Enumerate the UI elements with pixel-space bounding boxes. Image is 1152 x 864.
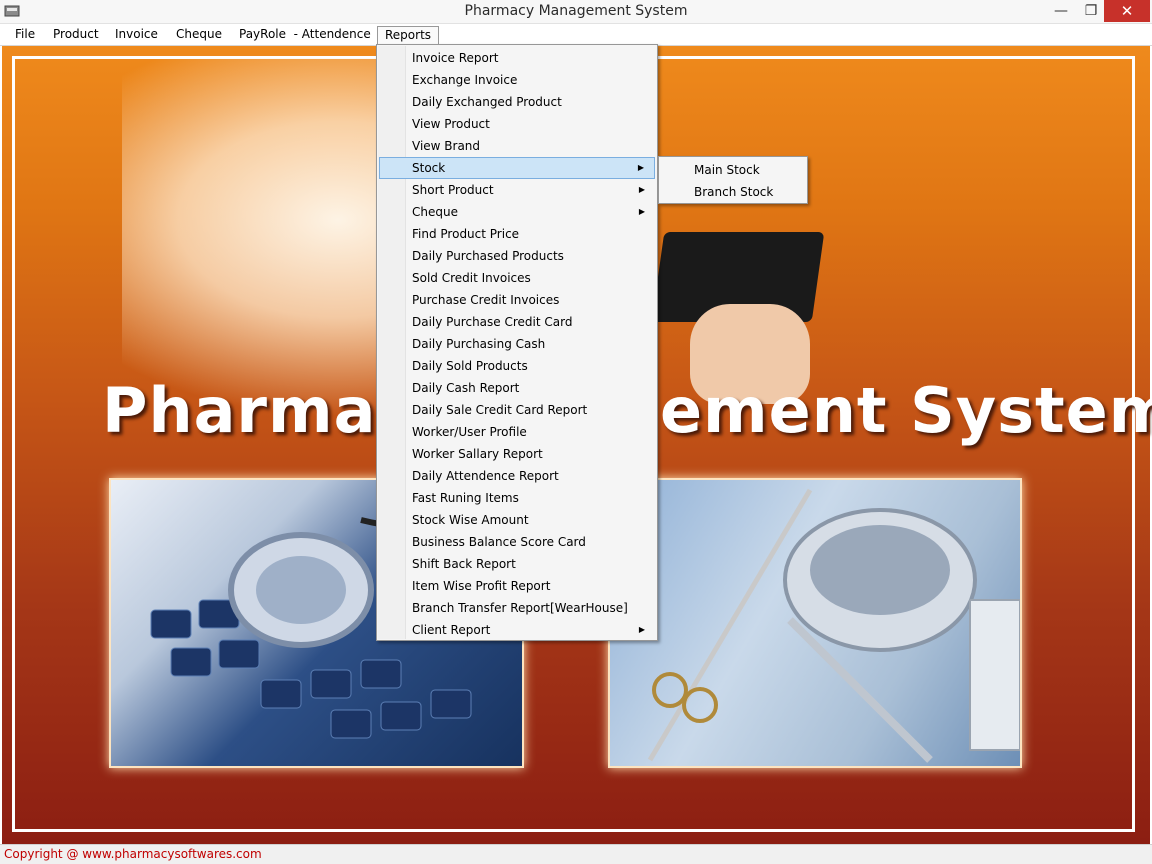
menu-item-view-product[interactable]: View Product xyxy=(379,113,655,135)
menu-item-client-report-label: Client Report xyxy=(412,623,491,637)
menu-item-invoice-report[interactable]: Invoice Report xyxy=(379,47,655,69)
menu-item-client-report[interactable]: Client Report ▶ xyxy=(379,619,655,641)
menu-item-stock-label: Stock xyxy=(412,161,446,175)
menu-item-exchange-invoice[interactable]: Exchange Invoice xyxy=(379,69,655,91)
menu-item-business-balance-score-card[interactable]: Business Balance Score Card xyxy=(379,531,655,553)
stock-submenu: Main Stock Branch Stock xyxy=(658,156,808,204)
copyright-text: Copyright @ www.pharmacysoftwares.com xyxy=(4,847,262,861)
menu-item-purchase-credit-invoices[interactable]: Purchase Credit Invoices xyxy=(379,289,655,311)
minimize-button[interactable]: — xyxy=(1046,0,1076,22)
menu-item-cheque-label: Cheque xyxy=(412,205,458,219)
menu-item-short-product[interactable]: Short Product ▶ xyxy=(379,179,655,201)
chevron-right-icon: ▶ xyxy=(638,185,645,194)
menu-item-fast-runing-items[interactable]: Fast Runing Items xyxy=(379,487,655,509)
menu-item-sold-credit-invoices[interactable]: Sold Credit Invoices xyxy=(379,267,655,289)
chevron-right-icon: ▶ xyxy=(637,163,644,172)
chevron-right-icon: ▶ xyxy=(638,625,645,634)
menu-file[interactable]: File xyxy=(8,26,42,45)
surgical-tools-image xyxy=(608,478,1022,768)
menu-item-daily-purchase-credit-card[interactable]: Daily Purchase Credit Card xyxy=(379,311,655,333)
menu-item-daily-purchased-products[interactable]: Daily Purchased Products xyxy=(379,245,655,267)
status-bar: Copyright @ www.pharmacysoftwares.com xyxy=(0,844,1152,864)
restore-button[interactable]: ❐ xyxy=(1076,0,1106,22)
menu-item-stock[interactable]: Stock ▶ xyxy=(379,157,655,179)
menu-reports[interactable]: Reports xyxy=(377,26,440,45)
menu-item-worker-sallary-report[interactable]: Worker Sallary Report xyxy=(379,443,655,465)
menu-invoice[interactable]: Invoice xyxy=(108,26,165,45)
menu-item-branch-transfer-report[interactable]: Branch Transfer Report[WearHouse] xyxy=(379,597,655,619)
menu-item-view-brand[interactable]: View Brand xyxy=(379,135,655,157)
menu-item-daily-exchanged-product[interactable]: Daily Exchanged Product xyxy=(379,91,655,113)
menu-item-stock-wise-amount[interactable]: Stock Wise Amount xyxy=(379,509,655,531)
submenu-item-branch-stock[interactable]: Branch Stock xyxy=(661,181,805,203)
menu-item-find-product-price[interactable]: Find Product Price xyxy=(379,223,655,245)
menu-item-daily-attendence-report[interactable]: Daily Attendence Report xyxy=(379,465,655,487)
menu-item-daily-sold-products[interactable]: Daily Sold Products xyxy=(379,355,655,377)
menu-cheque[interactable]: Cheque xyxy=(169,26,229,45)
banner-text-right: ement System xyxy=(660,374,1152,447)
chevron-right-icon: ▶ xyxy=(638,207,645,216)
close-button[interactable]: ✕ xyxy=(1104,0,1150,22)
menu-item-shift-back-report[interactable]: Shift Back Report xyxy=(379,553,655,575)
menu-item-worker-user-profile[interactable]: Worker/User Profile xyxy=(379,421,655,443)
submenu-item-main-stock[interactable]: Main Stock xyxy=(661,159,805,181)
window-title: Pharmacy Management System xyxy=(464,3,688,19)
menu-bar: File Product Invoice Cheque PayRole - At… xyxy=(0,24,1152,46)
menu-item-short-product-label: Short Product xyxy=(412,183,494,197)
menu-item-item-wise-profit-report[interactable]: Item Wise Profit Report xyxy=(379,575,655,597)
title-bar: Pharmacy Management System — ❐ ✕ xyxy=(0,0,1152,24)
menu-item-daily-cash-report[interactable]: Daily Cash Report xyxy=(379,377,655,399)
reports-dropdown-menu: Invoice Report Exchange Invoice Daily Ex… xyxy=(376,44,658,641)
menu-item-daily-sale-credit-card-report[interactable]: Daily Sale Credit Card Report xyxy=(379,399,655,421)
menu-product[interactable]: Product xyxy=(46,26,106,45)
menu-payrole-attendence[interactable]: PayRole - Attendence xyxy=(232,26,378,45)
menu-item-daily-purchasing-cash[interactable]: Daily Purchasing Cash xyxy=(379,333,655,355)
surgical-tools-illustration xyxy=(647,488,1020,763)
menu-item-cheque[interactable]: Cheque ▶ xyxy=(379,201,655,223)
